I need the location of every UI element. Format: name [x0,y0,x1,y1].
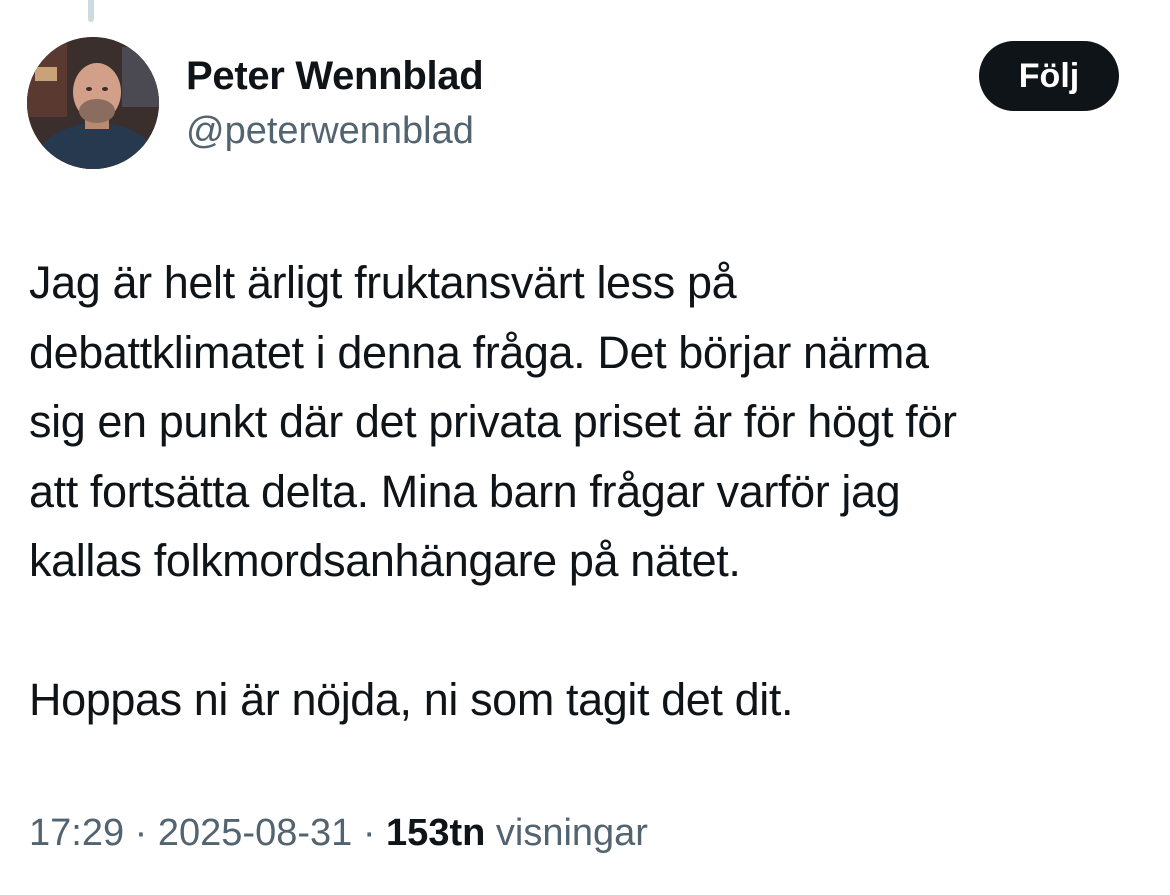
tweet-time[interactable]: 17:29 [29,812,124,854]
avatar-photo-icon [27,37,159,169]
follow-button[interactable]: Följ [979,41,1119,111]
meta-separator: · [124,812,158,854]
tweet-paragraph: Hoppas ni är nöjda, ni som tagit det dit… [29,674,794,725]
views-count[interactable]: 153tn [386,812,485,854]
tweet-paragraph: Jag är helt ärligt fruktansvärt less på … [29,257,957,586]
tweet-body: Jag är helt ärligt fruktansvärt less på … [29,248,1149,735]
author-handle[interactable]: @peterwennblad [186,108,474,154]
tweet-meta: 17:29 · 2025-08-31 · 153tn visningar [29,808,648,858]
author-name[interactable]: Peter Wennblad [186,52,484,100]
views-label: visningar [485,812,648,854]
tweet-date[interactable]: 2025-08-31 [158,812,352,854]
meta-separator: · [352,812,387,854]
thread-connector-line [88,0,94,22]
author-avatar[interactable] [27,37,159,169]
